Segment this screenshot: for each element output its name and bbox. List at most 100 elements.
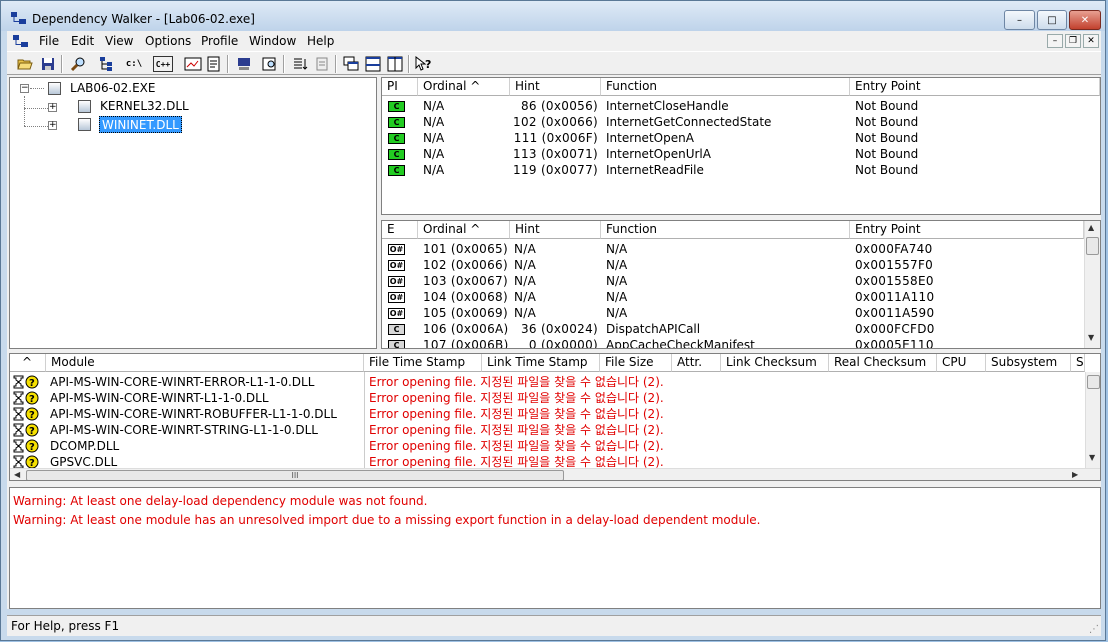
entry-point-cell: 0x001557F0 — [855, 258, 934, 272]
configure-button[interactable] — [205, 55, 223, 73]
open-button[interactable] — [16, 55, 34, 73]
menu-profile[interactable]: Profile — [201, 34, 238, 48]
col-subsystem[interactable]: Subsystem — [986, 354, 1071, 372]
export-row[interactable]: C 106 (0x006A) 36 (0x0024) DispatchAPICa… — [382, 321, 1082, 337]
scroll-up-icon[interactable]: ▲ — [1088, 223, 1094, 232]
tree-item-root[interactable]: LAB06-02.EXE — [70, 80, 155, 97]
c-function-icon: C — [388, 101, 405, 112]
imports-pane[interactable]: PI Ordinal ^ Hint Function Entry Point C… — [381, 77, 1101, 215]
expand-toggle[interactable]: + — [48, 103, 57, 112]
tile-vertical-icon — [387, 56, 403, 72]
module-row[interactable]: ? API-MS-WIN-CORE-WINRT-STRING-L1-1-0.DL… — [10, 422, 1084, 438]
exports-scrollbar[interactable]: ▲ ▼ — [1084, 221, 1100, 348]
col-hint[interactable]: Hint — [510, 78, 601, 96]
col-file-time-stamp[interactable]: File Time Stamp — [364, 354, 482, 372]
resize-grip-icon[interactable]: ⋰ — [1089, 624, 1099, 635]
undecorate-cpp-button[interactable]: C++ — [153, 56, 173, 72]
col-cpu[interactable]: CPU — [937, 354, 986, 372]
auto-expand-button[interactable] — [184, 55, 202, 73]
minimize-button[interactable]: – — [1004, 10, 1035, 30]
full-paths-button[interactable]: c:\ — [125, 55, 143, 73]
col-e[interactable]: E — [382, 221, 418, 239]
scroll-down-icon[interactable]: ▼ — [1089, 453, 1095, 462]
module-name-cell: API-MS-WIN-CORE-WINRT-ROBUFFER-L1-1-0.DL… — [50, 407, 337, 421]
scroll-right-icon[interactable]: ▶ — [1072, 470, 1078, 479]
module-row[interactable]: ? API-MS-WIN-CORE-WINRT-ERROR-L1-1-0.DLL… — [10, 374, 1084, 390]
modules-pane[interactable]: ^ Module File Time Stamp Link Time Stamp… — [9, 353, 1101, 481]
col-entry-point[interactable]: Entry Point — [850, 221, 1084, 239]
col-entry-point[interactable]: Entry Point — [850, 78, 1100, 96]
col-link-time-stamp[interactable]: Link Time Stamp — [482, 354, 600, 372]
module-tree-pane[interactable]: − LAB06-02.EXE + KERNEL32.DLL + WININET.… — [9, 77, 377, 349]
module-row[interactable]: ? DCOMP.DLL Error opening file. 지정된 파일을 … — [10, 438, 1084, 454]
tree-item-kernel32[interactable]: KERNEL32.DLL — [100, 98, 189, 115]
col-real-checksum[interactable]: Real Checksum — [829, 354, 937, 372]
module-row[interactable]: ? API-MS-WIN-CORE-WINRT-L1-1-0.DLL Error… — [10, 390, 1084, 406]
col-s[interactable]: S — [1071, 354, 1085, 372]
col-link-checksum[interactable]: Link Checksum — [721, 354, 829, 372]
import-row[interactable]: C N/A 111 (0x006F) InternetOpenA Not Bou… — [382, 130, 1100, 146]
title-bar[interactable]: Dependency Walker - [Lab06-02.exe] – □ ✕ — [1, 1, 1105, 31]
error-cell: Error opening file. 지정된 파일을 찾을 수 없습니다 (2… — [369, 391, 664, 405]
export-row[interactable]: O# 101 (0x0065) N/A N/A 0x000FA740 — [382, 241, 1082, 257]
export-row[interactable]: O# 103 (0x0067) N/A N/A 0x001558E0 — [382, 273, 1082, 289]
import-row[interactable]: C N/A 102 (0x0066) InternetGetConnectedS… — [382, 114, 1100, 130]
col-sort[interactable]: ^ — [10, 354, 46, 372]
find-button[interactable] — [69, 55, 87, 73]
menu-options[interactable]: Options — [145, 34, 191, 48]
mdi-close-button[interactable]: ✕ — [1083, 34, 1099, 48]
col-ordinal[interactable]: Ordinal ^ — [418, 78, 510, 96]
cascade-button[interactable] — [342, 55, 360, 73]
export-row[interactable]: O# 104 (0x0068) N/A N/A 0x0011A110 — [382, 289, 1082, 305]
import-row[interactable]: C N/A 119 (0x0077) InternetReadFile Not … — [382, 162, 1100, 178]
view-module-button[interactable] — [261, 55, 279, 73]
col-ordinal[interactable]: Ordinal ^ — [418, 221, 510, 239]
save-button[interactable] — [39, 55, 57, 73]
hscroll-thumb[interactable]: III — [26, 470, 564, 480]
tile-vertical-button[interactable] — [386, 55, 404, 73]
close-button[interactable]: ✕ — [1069, 10, 1101, 30]
mdi-minimize-button[interactable]: – — [1047, 34, 1063, 48]
import-row[interactable]: C N/A 113 (0x0071) InternetOpenUrlA Not … — [382, 146, 1100, 162]
collapse-toggle[interactable]: − — [20, 84, 29, 93]
scroll-left-icon[interactable]: ◀ — [14, 470, 20, 479]
col-pi[interactable]: PI — [382, 78, 418, 96]
mdi-close-icon: ✕ — [1087, 36, 1095, 46]
export-row[interactable]: O# 105 (0x0069) N/A N/A 0x0011A590 — [382, 305, 1082, 321]
menu-edit[interactable]: Edit — [71, 34, 94, 48]
col-attr[interactable]: Attr. — [672, 354, 721, 372]
modules-scrollbar[interactable]: ▼ — [1085, 372, 1100, 468]
col-module[interactable]: Module — [46, 354, 364, 372]
export-row[interactable]: O# 102 (0x0066) N/A N/A 0x001557F0 — [382, 257, 1082, 273]
expand-toggle[interactable]: + — [48, 121, 57, 130]
mdi-restore-button[interactable]: ❐ — [1065, 34, 1081, 48]
scroll-thumb[interactable] — [1086, 237, 1099, 255]
col-file-size[interactable]: File Size — [600, 354, 672, 372]
menu-view[interactable]: View — [105, 34, 133, 48]
col-function[interactable]: Function — [601, 78, 850, 96]
scroll-down-icon[interactable]: ▼ — [1088, 333, 1094, 342]
col-function[interactable]: Function — [601, 221, 850, 239]
import-row[interactable]: C N/A 86 (0x0056) InternetCloseHandle No… — [382, 98, 1100, 114]
mdi-doc-icon[interactable] — [13, 35, 29, 48]
entry-point-cell: 0x001558E0 — [855, 274, 934, 288]
col-hint[interactable]: Hint — [510, 221, 601, 239]
external-viewer-button[interactable] — [313, 55, 331, 73]
menu-file[interactable]: File — [39, 34, 59, 48]
menu-window[interactable]: Window — [249, 34, 296, 48]
hint-cell: N/A — [514, 242, 537, 256]
tile-horizontal-button[interactable] — [364, 55, 382, 73]
context-help-button[interactable]: ? — [415, 55, 433, 73]
log-pane[interactable]: Warning: At least one delay-load depende… — [9, 487, 1101, 609]
modules-hscrollbar[interactable]: ◀ III ▶ — [10, 468, 1100, 480]
tree-item-wininet-selected[interactable]: WININET.DLL — [99, 116, 182, 133]
exports-pane[interactable]: E Ordinal ^ Hint Function Entry Point O#… — [381, 220, 1101, 349]
export-row[interactable]: C 107 (0x006B) 0 (0x0000) AppCacheCheckM… — [382, 337, 1082, 348]
menu-help[interactable]: Help — [307, 34, 334, 48]
sort-button[interactable] — [291, 55, 309, 73]
scroll-thumb[interactable] — [1087, 375, 1100, 389]
highlight-button[interactable] — [235, 55, 253, 73]
copy-button[interactable] — [97, 55, 115, 73]
module-row[interactable]: ? API-MS-WIN-CORE-WINRT-ROBUFFER-L1-1-0.… — [10, 406, 1084, 422]
maximize-button[interactable]: □ — [1037, 10, 1067, 30]
